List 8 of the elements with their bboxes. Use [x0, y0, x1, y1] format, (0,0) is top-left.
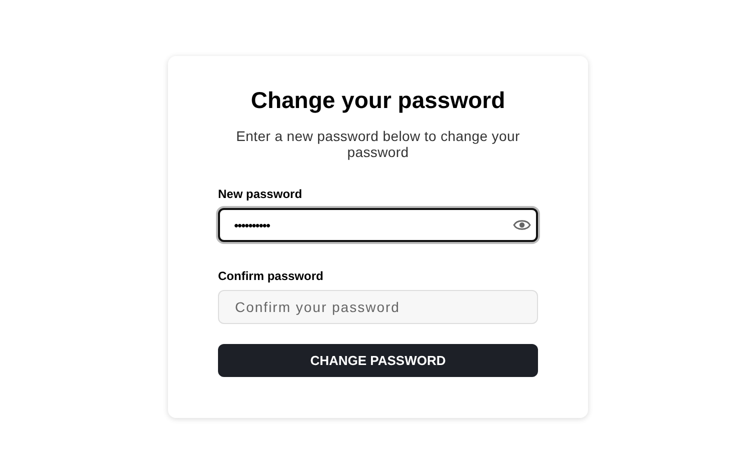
change-password-button[interactable]: CHANGE PASSWORD	[218, 344, 538, 377]
password-field[interactable]: ••••••••••	[218, 208, 538, 242]
eye-icon[interactable]	[513, 219, 531, 231]
form-title: Change your password	[250, 86, 506, 114]
form-description: Enter a new password below to change your password	[235, 128, 521, 160]
field-label: New password	[218, 186, 304, 202]
field-label: Confirm password	[218, 268, 324, 284]
password-field[interactable]: Confirm your password	[218, 290, 538, 324]
